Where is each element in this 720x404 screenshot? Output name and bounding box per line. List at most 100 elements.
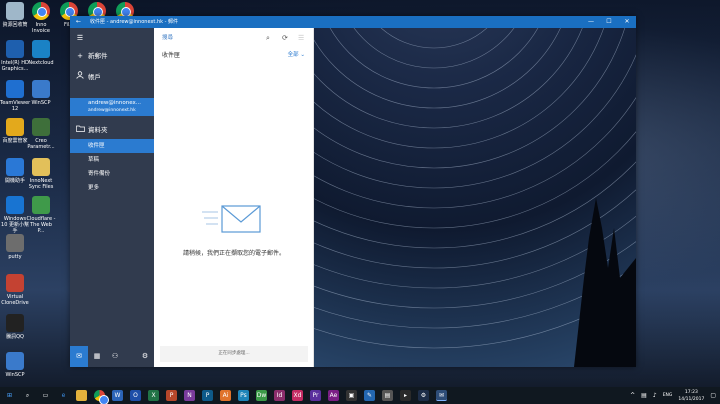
desktop-icon-label: 騰訊QQ: [6, 334, 24, 340]
folders-label: 資料夾: [88, 126, 108, 134]
close-button[interactable]: ✕: [618, 16, 636, 28]
mail-icon[interactable]: ✉: [70, 346, 88, 367]
excel-icon[interactable]: X: [148, 390, 159, 401]
tray-up-icon[interactable]: ^: [630, 389, 635, 402]
settings-gear-icon[interactable]: ⚙: [136, 346, 154, 367]
desktop-icon[interactable]: Cloudflare - The Web P...: [26, 196, 56, 234]
app-icon: [32, 80, 50, 98]
app-icon: [32, 118, 50, 136]
edge-icon[interactable]: e: [58, 390, 69, 401]
after-effects-icon[interactable]: Ae: [328, 390, 339, 401]
app-icon: [32, 40, 50, 58]
powerpoint-icon[interactable]: P: [166, 390, 177, 401]
system-tray[interactable]: ^ ▤ ♪ ENG 17:23 14/11/2017 ▢: [630, 387, 716, 404]
desktop-icon[interactable]: 騰訊QQ: [0, 314, 30, 340]
language-indicator[interactable]: ENG: [663, 389, 673, 402]
pen-app-icon[interactable]: ✎: [364, 390, 375, 401]
search-icon[interactable]: ⌕: [266, 32, 270, 44]
star-trails-background: [314, 28, 636, 367]
hamburger-menu-button[interactable]: ☰: [70, 31, 154, 45]
maximize-button[interactable]: ☐: [600, 16, 618, 28]
title-bar: ← 收件匣 - andrew@innonext.hk - 郵件 — ☐ ✕: [70, 16, 636, 28]
accounts-label: 帳戶: [88, 73, 101, 81]
desktop-icon[interactable]: InnoNext Sync Files: [26, 158, 56, 190]
folder-item[interactable]: 草稿: [70, 153, 154, 167]
desktop-icon[interactable]: WinSCP: [26, 80, 56, 106]
terminal-icon[interactable]: ▸: [400, 390, 411, 401]
app-icon: [32, 196, 50, 214]
desktop-icon[interactable]: putty: [0, 234, 30, 260]
calendar-icon[interactable]: ▦: [88, 346, 106, 367]
desktop-icon-label: Nextcloud: [28, 60, 54, 66]
clock[interactable]: 17:23 14/11/2017: [678, 389, 704, 403]
desktop-icon[interactable]: WinSCP: [0, 352, 30, 378]
message-list-pane: 搜尋 ⌕ ⟳ ☰ 收件匣 全部 ⌄ 請稍候，我們正在擷取您的電子郵件。 正在同步…: [154, 28, 314, 367]
person-icon: [75, 70, 85, 84]
accounts-button[interactable]: 帳戶: [70, 70, 154, 84]
desktop-icon-label: putty: [8, 254, 22, 260]
task-view-icon[interactable]: ▭: [40, 390, 51, 401]
sidebar: ☰ + 新郵件 帳戶 andrew@innonex... andrew@inno…: [70, 28, 154, 367]
store-icon[interactable]: ▤: [382, 390, 393, 401]
minimize-button[interactable]: —: [582, 16, 600, 28]
plus-icon: +: [77, 52, 83, 60]
desktop-icon-label: InnoNext Sync Files: [28, 178, 54, 190]
chrome-icon[interactable]: [94, 390, 109, 404]
search-label: 搜尋: [162, 35, 174, 41]
account-entry[interactable]: andrew@innonex... andrew@innonext.hk: [70, 98, 154, 116]
app-icon: [6, 158, 24, 176]
volume-icon[interactable]: ♪: [653, 389, 657, 402]
new-mail-button[interactable]: + 新郵件: [70, 49, 154, 63]
desktop-icon[interactable]: Creo Parametr...: [26, 118, 56, 150]
app-icon: [6, 40, 24, 58]
start-windows-icon[interactable]: ⊞: [4, 390, 15, 401]
network-icon[interactable]: ▤: [641, 389, 647, 402]
notification-icon[interactable]: ▢: [710, 389, 716, 402]
app-icon: [6, 234, 24, 252]
folder-item[interactable]: 寄件備份: [70, 167, 154, 181]
onenote-icon[interactable]: N: [184, 390, 195, 401]
app-icon: [32, 2, 50, 20]
search-box[interactable]: 搜尋 ⌕ ⟳ ☰: [162, 32, 306, 44]
new-mail-label: 新郵件: [88, 52, 108, 60]
app-icon: [6, 118, 24, 136]
app-icon: [6, 352, 24, 370]
xd-icon[interactable]: Xd: [292, 390, 303, 401]
mail-taskbar-icon[interactable]: ✉: [436, 390, 447, 401]
desktop-icon[interactable]: Inno Invoice: [26, 2, 56, 34]
premiere-icon[interactable]: Pr: [310, 390, 321, 401]
sync-icon[interactable]: ⟳: [282, 32, 288, 44]
folder-item[interactable]: 更多: [70, 181, 154, 195]
desktop-icon-label: Cloudflare - The Web P...: [26, 216, 56, 234]
select-mode-icon[interactable]: ☰: [298, 32, 304, 44]
illustrator-icon[interactable]: Ai: [220, 390, 231, 401]
desktop-icon[interactable]: Virtual CloneDrive: [0, 274, 30, 306]
settings-taskbar-icon[interactable]: ⚙: [418, 390, 429, 401]
dreamweaver-icon[interactable]: Dw: [256, 390, 267, 401]
app-icon: [6, 80, 24, 98]
folder-icon: [75, 123, 85, 137]
filter-label: 全部: [287, 52, 299, 58]
chevron-down-icon: ⌄: [300, 52, 305, 58]
back-arrow-icon[interactable]: ←: [76, 16, 81, 28]
file-explorer-icon[interactable]: [76, 390, 87, 401]
indesign-icon[interactable]: Id: [274, 390, 285, 401]
desktop-icon[interactable]: Nextcloud: [26, 40, 56, 66]
publisher-icon[interactable]: P: [202, 390, 213, 401]
folder-item[interactable]: 收件匣: [70, 139, 154, 153]
filter-dropdown[interactable]: 全部 ⌄: [288, 50, 305, 58]
desktop-icon-label: WinSCP: [31, 100, 51, 106]
app-icon[interactable]: ▣: [346, 390, 357, 401]
app-icon: [6, 274, 24, 292]
outlook-icon[interactable]: O: [130, 390, 141, 401]
taskbar: ⊞ ⌕ ▭ e W O X P N P Ai Ps Dw Id Xd Pr Ae…: [0, 387, 720, 404]
desktop-icon-label: Inno Invoice: [32, 22, 50, 34]
word-icon[interactable]: W: [112, 390, 123, 401]
search-icon[interactable]: ⌕: [22, 390, 33, 401]
reading-pane: [314, 28, 636, 367]
people-icon[interactable]: ⚇: [106, 346, 124, 367]
desktop-icon-label: WinSCP: [5, 372, 25, 378]
photoshop-icon[interactable]: Ps: [238, 390, 249, 401]
empty-envelope-illustration: [202, 205, 261, 233]
folders-button[interactable]: 資料夾: [70, 123, 154, 137]
